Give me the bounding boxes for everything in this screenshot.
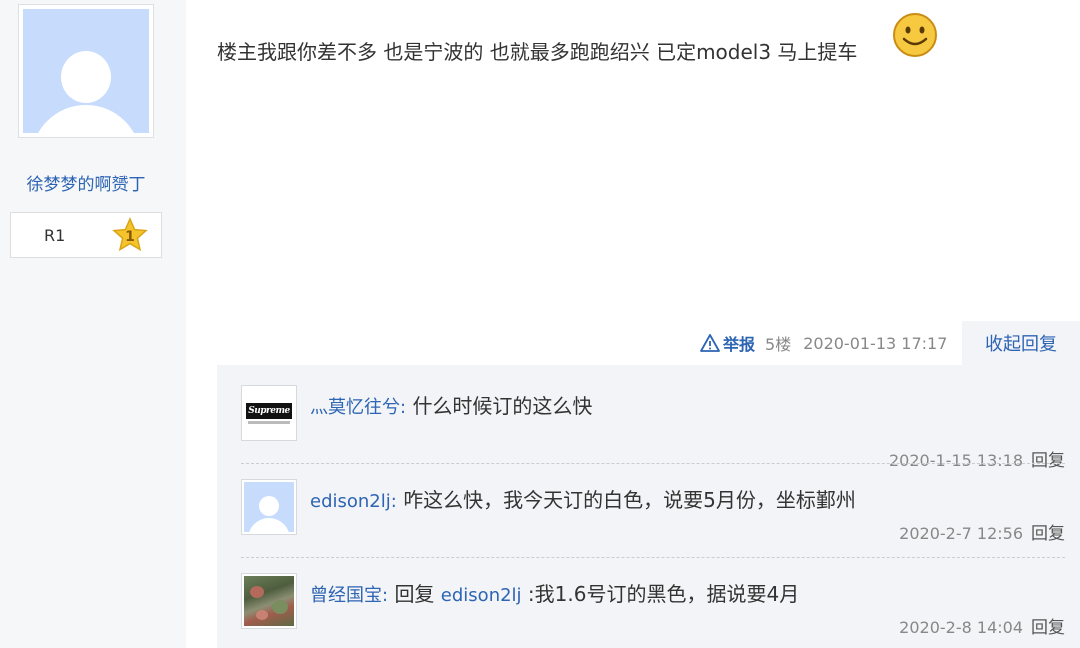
reply-avatar[interactable]: [241, 573, 297, 629]
author-level-label: R1: [44, 226, 66, 245]
reply-username-link[interactable]: edison2lj:: [310, 491, 397, 512]
reply-meta: 2020-2-8 14:04 回复: [899, 613, 1065, 638]
level-badge-number: 1: [125, 229, 135, 245]
author-name-link[interactable]: 徐梦梦的啊赟丁: [0, 170, 172, 195]
post-content: 楼主我跟你差不多 也是宁波的 也就最多跑跑绍兴 已定model3 马上提车: [217, 40, 858, 64]
report-label: 举报: [723, 335, 756, 354]
mention-link[interactable]: edison2lj: [441, 585, 522, 606]
reply-divider: [241, 557, 1065, 558]
level-star-icon: 1: [112, 217, 148, 252]
reply-word: 回复: [394, 582, 435, 606]
reply-avatar[interactable]: [241, 479, 297, 535]
reply-meta: 2020-2-7 12:56 回复: [899, 519, 1065, 544]
reply-button[interactable]: 回复: [1031, 451, 1065, 471]
author-column: 徐梦梦的啊赟丁 R1 1: [0, 0, 186, 648]
reply-button[interactable]: 回复: [1031, 524, 1065, 544]
reply-username-link[interactable]: 灬莫忆往兮:: [310, 397, 406, 418]
smiley-face-icon: [893, 13, 937, 57]
reply-text: :我1.6号订的黑色，据说要4月: [527, 582, 800, 606]
photo-avatar-icon: [244, 576, 294, 626]
reply-line: 曾经国宝: 回复 edison2lj :我1.6号订的黑色，据说要4月: [310, 578, 799, 607]
author-avatar[interactable]: [18, 4, 154, 138]
author-level-box: R1 1: [10, 212, 162, 258]
default-avatar-icon: [244, 482, 294, 532]
supreme-avatar-icon: Supreme: [244, 388, 294, 438]
default-avatar-icon: [23, 9, 149, 133]
post-meta: 举报 5楼 2020-01-13 17:17: [700, 330, 947, 356]
reply-text: 什么时候订的这么快: [412, 394, 593, 418]
reply-time: 2020-2-7 12:56: [899, 524, 1023, 543]
reply-username-link[interactable]: 曾经国宝:: [310, 585, 388, 606]
post-datetime: 2020-01-13 17:17: [803, 333, 948, 353]
reply-time: 2020-2-8 14:04: [899, 618, 1023, 637]
reply-divider: [241, 463, 1065, 464]
floor-number: 5楼: [765, 335, 792, 354]
reply-text: 咋这么快，我今天订的白色，说要5月份，坐标鄞州: [403, 488, 856, 512]
reply-line: edison2lj: 咋这么快，我今天订的白色，说要5月份，坐标鄞州: [310, 484, 856, 513]
reply-button[interactable]: 回复: [1031, 618, 1065, 638]
reply-line: 灬莫忆往兮: 什么时候订的这么快: [310, 390, 592, 419]
supreme-logo-text: Supreme: [246, 403, 292, 419]
reply-meta: 2020-1-15 13:18 回复: [889, 446, 1065, 471]
reply-avatar[interactable]: Supreme: [241, 385, 297, 441]
reply-list: Supreme 灬莫忆往兮: 什么时候订的这么快 2020-1-15 13:18…: [217, 365, 1080, 648]
collapse-replies-button[interactable]: 收起回复: [962, 321, 1080, 365]
warning-icon: [700, 334, 720, 352]
report-link[interactable]: 举报: [700, 331, 755, 355]
reply-time: 2020-1-15 13:18: [889, 451, 1023, 470]
